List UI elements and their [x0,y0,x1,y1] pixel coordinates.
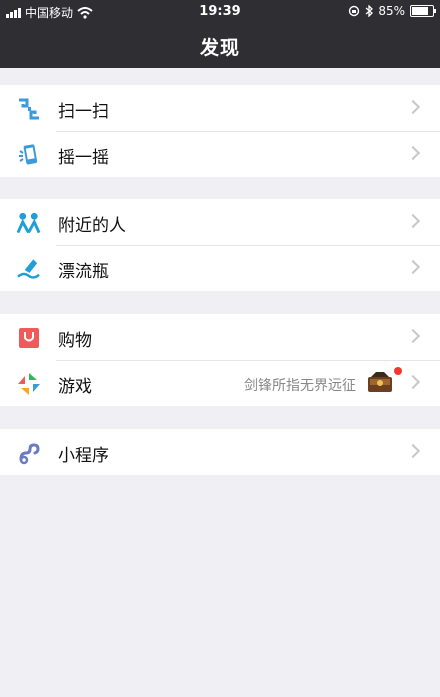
status-bar: 中国移动 19:39 85% [0,0,440,24]
games-icon [16,371,41,396]
menu-item-label: 附近的人 [58,216,126,236]
menu-item-games[interactable]: 游戏 剑锋所指无界远征 [0,360,440,406]
menu-item-shake[interactable]: 摇一摇 [0,131,440,177]
notification-dot [394,367,402,375]
chevron-right-icon [405,328,421,344]
top-bar: 中国移动 19:39 85% 发现 [0,0,440,68]
page-title: 发现 [199,37,240,59]
chevron-right-icon [405,374,421,390]
menu-item-label: 游戏 [58,377,92,397]
battery-percent: 85% [378,4,405,18]
menu-item-people-nearby[interactable]: 附近的人 [0,199,440,245]
group-mini-programs: 小程序 [0,429,440,475]
menu-item-drift-bottle[interactable]: 漂流瓶 [0,245,440,291]
scan-icon [16,96,41,121]
group-scan-shake: 扫一扫 摇一摇 [0,85,440,177]
game-thumbnail-icon [366,371,394,395]
drift-bottle-icon [16,256,41,281]
menu-item-label: 漂流瓶 [58,262,109,282]
shopping-icon [16,325,41,350]
chevron-right-icon [405,145,421,161]
group-shop-games: 购物 游戏 剑锋所指无界远征 [0,314,440,406]
chevron-right-icon [405,259,421,275]
battery-icon [410,5,436,17]
menu-item-shopping[interactable]: 购物 [0,314,440,360]
menu-item-mini-programs[interactable]: 小程序 [0,429,440,475]
mini-programs-icon [16,440,41,465]
menu-item-label: 小程序 [58,446,109,466]
group-nearby-bottle: 附近的人 漂流瓶 [0,199,440,291]
people-nearby-icon [16,210,41,235]
chevron-right-icon [405,213,421,229]
rotation-lock-icon [349,5,360,17]
chevron-right-icon [405,99,421,115]
game-promo-text: 剑锋所指无界远征 [244,378,356,394]
menu-item-label: 购物 [58,331,92,351]
menu-item-label: 摇一摇 [58,148,109,168]
bluetooth-icon [365,5,374,17]
chevron-right-icon [405,443,421,459]
menu-item-label: 扫一扫 [58,102,109,122]
shake-icon [16,142,41,167]
menu-item-scan[interactable]: 扫一扫 [0,85,440,131]
